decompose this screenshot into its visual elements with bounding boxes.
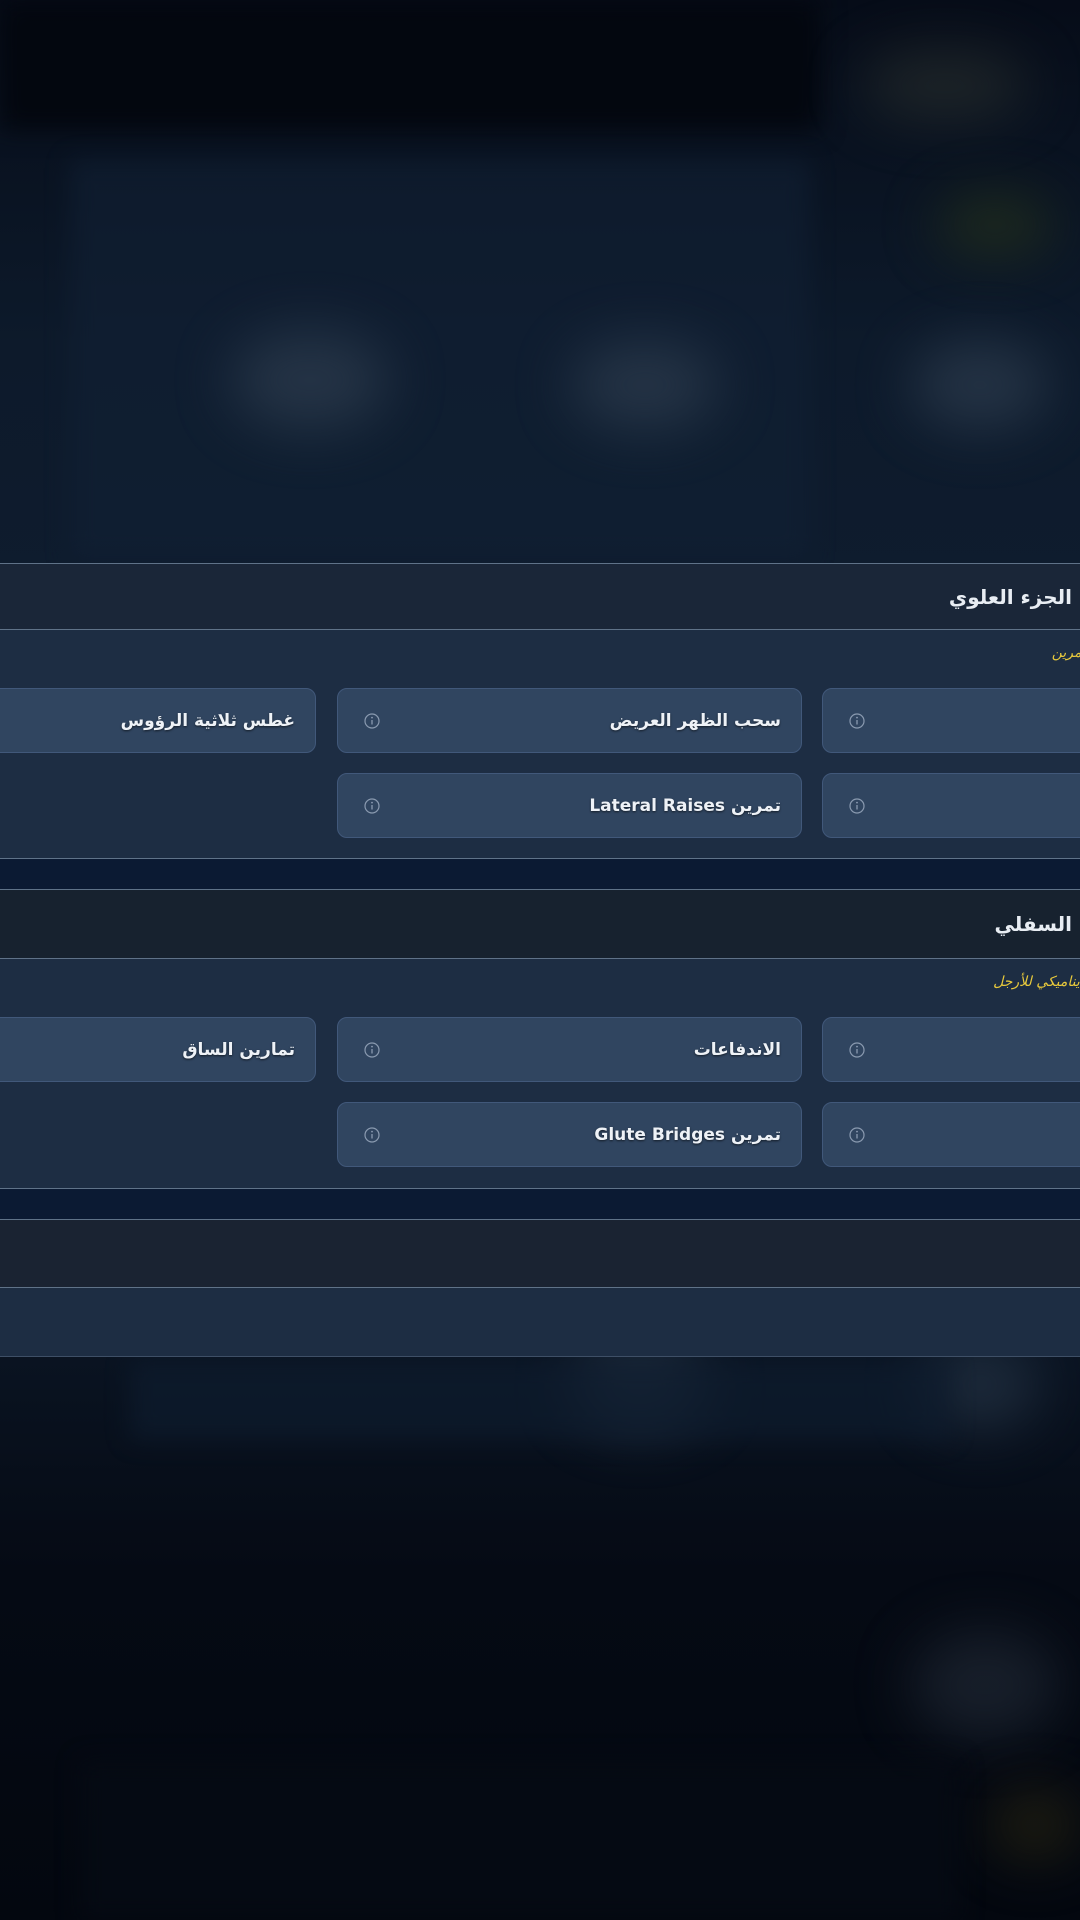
lower-body-title: السفلي	[994, 912, 1072, 936]
info-icon[interactable]	[363, 797, 381, 815]
exercise-card[interactable]: سحب الظهر العريض	[337, 688, 802, 753]
section-divider	[0, 859, 1080, 889]
exercise-card[interactable]: تمارين الساق	[0, 1017, 316, 1082]
exercise-label: تمرين Glute Bridges	[594, 1124, 781, 1145]
section-divider	[0, 1189, 1080, 1219]
info-icon[interactable]	[363, 712, 381, 730]
exercise-label: الاندفاعات	[693, 1039, 781, 1060]
lower-body-panel: ديناميكي للأرجل الاندفاعات تمارين الساق	[0, 959, 1080, 1189]
info-icon[interactable]	[848, 1126, 866, 1144]
exercise-label: غطس ثلاثية الرؤوس	[120, 710, 295, 731]
upper-body-panel: تمرين سحب الظهر العريض غطس ثلاثية الرؤوس	[0, 630, 1080, 859]
info-icon[interactable]	[363, 1126, 381, 1144]
collapsed-section-panel	[0, 1288, 1080, 1357]
exercise-card[interactable]	[822, 1017, 1080, 1082]
info-icon[interactable]	[848, 797, 866, 815]
exercise-card[interactable]: الاندفاعات	[337, 1017, 802, 1082]
upper-body-header[interactable]: الجزء العلوي	[0, 563, 1080, 630]
lower-body-header[interactable]: السفلي	[0, 889, 1080, 959]
exercise-card[interactable]	[822, 773, 1080, 838]
exercise-card[interactable]	[822, 688, 1080, 753]
info-icon[interactable]	[848, 1041, 866, 1059]
exercise-label: تمارين الساق	[182, 1039, 295, 1060]
info-icon[interactable]	[363, 1041, 381, 1059]
upper-body-title: الجزء العلوي	[948, 584, 1072, 609]
exercise-card[interactable]: غطس ثلاثية الرؤوس	[0, 688, 316, 753]
upper-body-note: تمرين	[1051, 645, 1080, 661]
lower-body-note: ديناميكي للأرجل	[993, 974, 1080, 990]
exercise-card[interactable]: تمرين Glute Bridges	[337, 1102, 802, 1167]
exercise-label: سحب الظهر العريض	[609, 710, 781, 731]
exercise-card[interactable]	[822, 1102, 1080, 1167]
info-icon[interactable]	[848, 712, 866, 730]
exercise-card[interactable]: تمرين Lateral Raises	[337, 773, 802, 838]
exercise-label: تمرين Lateral Raises	[589, 795, 781, 816]
collapsed-section-header[interactable]	[0, 1219, 1080, 1288]
